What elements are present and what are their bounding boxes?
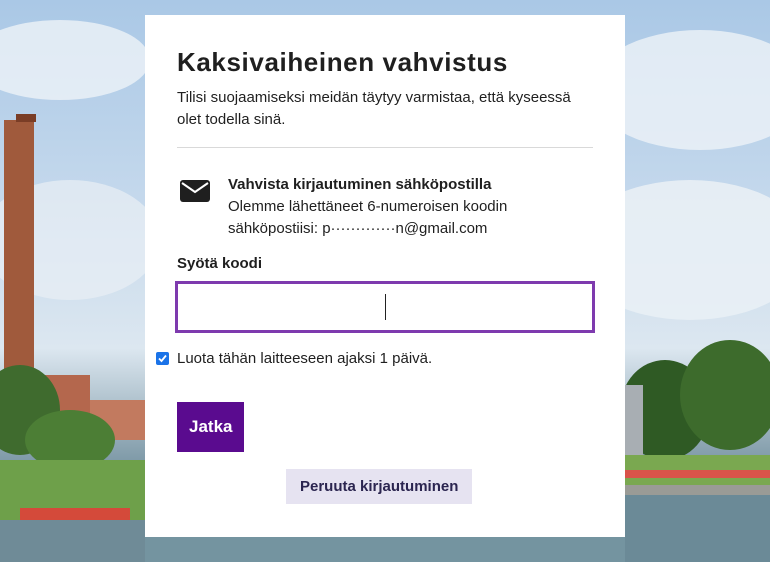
envelope-icon [180,180,210,202]
trust-device-checkbox[interactable] [156,352,169,365]
trust-device-option[interactable]: Luota tähän laitteeseen ajaksi 1 päivä. [156,350,432,367]
code-label: Syötä koodi [177,255,263,272]
continue-button[interactable]: Jatka [177,402,245,452]
page-subtitle: Tilisi suojaamiseksi meidän täytyy varmi… [177,89,571,128]
verification-card: Kaksivaiheinen vahvistus Tilisi suojaami… [145,15,625,537]
checkmark-icon [158,354,167,363]
text-caret [385,294,386,320]
method-heading: Vahvista kirjautuminen sähköpostilla [228,176,492,193]
divider [177,147,593,148]
page-title: Kaksivaiheinen vahvistus [177,47,508,77]
cancel-login-button[interactable]: Peruuta kirjautuminen [286,469,473,504]
trust-device-label: Luota tähän laitteeseen ajaksi 1 päivä. [177,350,433,367]
method-description: Olemme lähettäneet 6-numeroisen koodin s… [228,198,508,237]
